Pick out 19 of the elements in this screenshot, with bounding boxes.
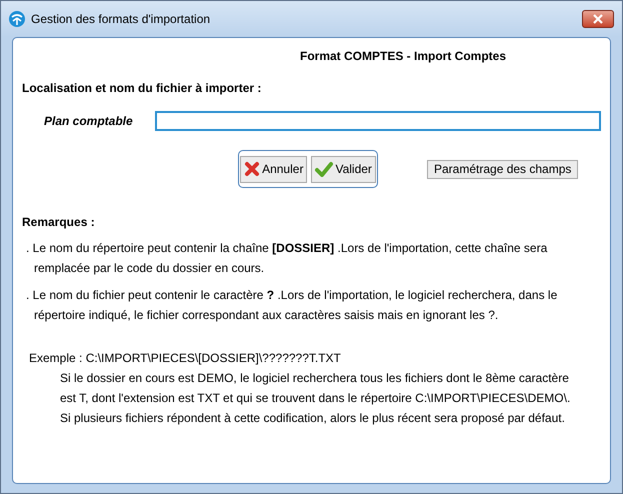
close-button[interactable] <box>582 10 614 28</box>
location-label: Localisation et nom du fichier à importer : <box>22 80 262 97</box>
field-label: Plan comptable <box>44 113 134 130</box>
cancel-button[interactable]: Annuler <box>240 156 308 182</box>
remark-text: . Le nom du répertoire peut contenir la chaîne [DOSSIER] .Lors de l'importation, cette chaîne sera remplacée par le code du dossier en cours. <box>26 240 548 277</box>
input-field[interactable] <box>155 111 601 131</box>
example-path: Exemple : C:\IMPORT\PIECES\[DOSSIER]\???????T.TXT <box>29 350 341 367</box>
field-settings-button[interactable]: Paramétrage des champs <box>427 160 578 178</box>
example-text: est T, dont l'extension est TXT et qui se trouvent dans le répertoire C:\IMPORT\PIECES\DEMO\. <box>60 390 570 407</box>
ok-button[interactable]: Valider <box>311 156 376 182</box>
close-icon <box>593 14 603 24</box>
cross-icon <box>244 161 260 177</box>
example-text: Si le dossier en cours est DEMO, le logiciel recherchera tous les fichiers dont le 8ème caractère <box>60 370 569 387</box>
check-icon <box>315 161 334 177</box>
window-title: Gestion des formats d'importation <box>31 11 212 28</box>
example-text: Si plusieurs fichiers répondent à cette codification, alors le plus récent sera proposé par défaut. <box>60 410 565 427</box>
format-title: Format COMPTES - Import Comptes <box>300 48 506 65</box>
remarks-title: Remarques : <box>22 214 95 231</box>
remark-text: . Le nom du fichier peut contenir le caractère ? .Lors de l'importation, le logiciel recherchera, dans le répertoire indiqué, le fichier correspondant aux caractères saisis mais en ignorant les ?. <box>26 287 558 324</box>
